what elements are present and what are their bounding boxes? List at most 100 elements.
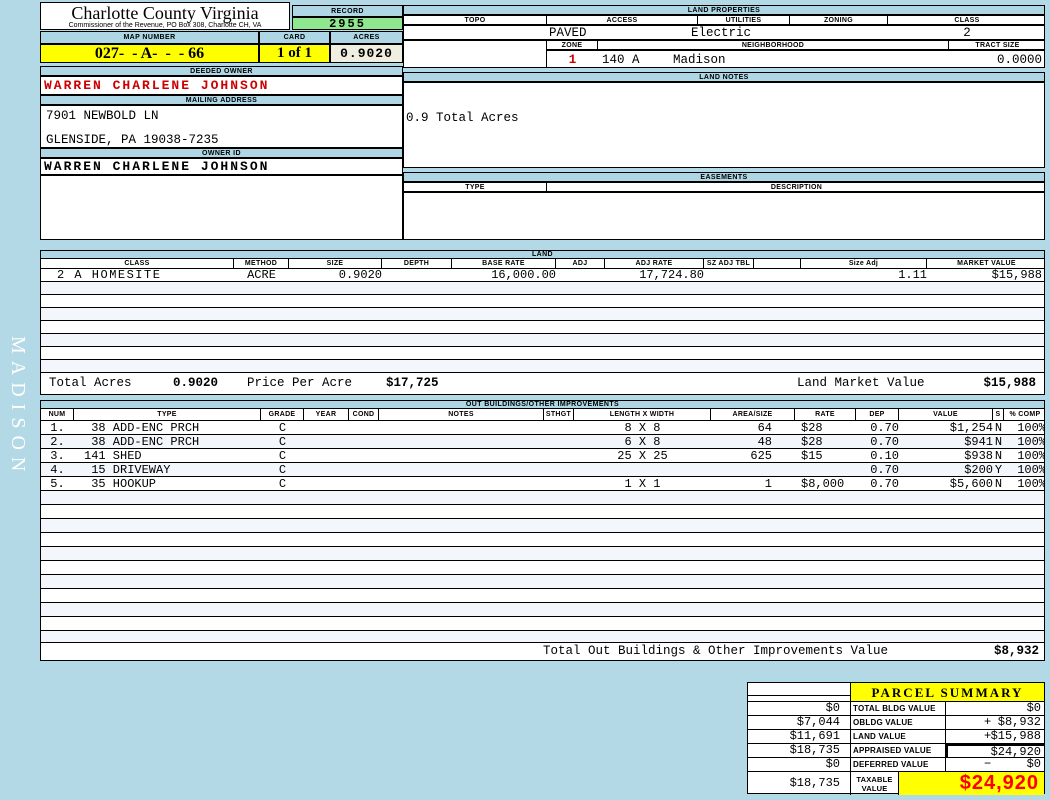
col-land-depth: DEPTH (382, 259, 452, 268)
land-notes-title: LAND NOTES (403, 72, 1045, 82)
out-building-row: 5. 35 HOOKUP C 1 X 1 1 $8,000 0.70 $5,60… (41, 477, 1044, 491)
land-totals-row: Total Acres 0.9020 Price Per Acre $17,72… (41, 373, 1044, 394)
empty-row (41, 533, 1044, 547)
ob-length-width: 8 X 8 (624, 421, 661, 435)
empty-row (41, 334, 1044, 347)
owner-id-label: OWNER ID (40, 148, 403, 158)
owner-id-value: WARREN CHARLENE JOHNSON (40, 158, 403, 175)
ps-prior-value: $0 (748, 758, 851, 772)
ob-num: 2. (50, 435, 65, 449)
divider (748, 695, 850, 696)
ps-value: $0 (1026, 701, 1041, 715)
ob-num: 4. (50, 463, 65, 477)
col-land-market-value: MARKET VALUE (957, 260, 1016, 267)
ob-area-size: 64 (757, 421, 772, 435)
col-land-method: METHOD (234, 259, 289, 268)
ob-dep: 0.70 (870, 435, 899, 449)
ps-taxable-value: $24,920 (899, 772, 1044, 795)
land-table: LAND CLASS METHOD SIZE DEPTH BASE RATE A… (40, 250, 1045, 395)
land-notes-box: 0.9 Total Acres (403, 82, 1045, 168)
land-table-title: LAND (41, 251, 1044, 259)
ps-prior-value: $7,044 (748, 716, 851, 730)
ps-prior-value: $11,691 (748, 730, 851, 744)
col-land-size: SIZE (289, 259, 382, 268)
ob-type: 141 SHED (84, 449, 142, 463)
land-notes-text: 0.9 Total Acres (406, 111, 519, 125)
col-zone: ZONE (547, 41, 598, 49)
empty-row (41, 282, 1044, 295)
ob-num: 1. (50, 421, 65, 435)
out-buildings-header-row: NUM TYPE GRADE YEAR COND NOTES STHGT LEN… (41, 409, 1044, 421)
col-area-size: AREA/SIZE (711, 409, 795, 420)
col-land-size-adj: Size Adj (801, 259, 927, 268)
ob-rate: $15 (801, 449, 823, 463)
out-buildings-totals-row: Total Out Buildings & Other Improvements… (41, 643, 1044, 660)
ob-dep: 0.70 (870, 463, 899, 477)
ob-rate: $28 (801, 421, 823, 435)
col-topo: TOPO (404, 16, 547, 24)
total-acres-value: 0.9020 (173, 376, 219, 390)
ps-row-value-cell: − $0 (946, 758, 1044, 772)
neighborhood-code: 140 A (602, 53, 640, 67)
ob-value: $941 (964, 435, 993, 449)
ps-row-value-cell: $24,920 (946, 744, 1044, 758)
col-land-adj: ADJ (556, 259, 605, 268)
ob-pct-comp: 100% (1017, 477, 1045, 491)
ob-length-width: 25 X 25 (617, 449, 668, 463)
price-per-acre-value: $17,725 (386, 376, 439, 390)
class-value: 2 (963, 26, 971, 40)
property-record-card: Charlotte County Virginia Commissioner o… (0, 0, 1050, 800)
ps-row-label: LAND VALUE (851, 730, 946, 744)
col-value: VALUE (899, 409, 993, 420)
ob-grade: C (278, 449, 287, 463)
empty-row (41, 575, 1044, 589)
col-s: S (993, 409, 1004, 420)
ob-s: N (994, 449, 1003, 463)
land-properties-title: LAND PROPERTIES (403, 5, 1045, 15)
ob-num: 5. (50, 477, 65, 491)
record-value: 2955 (292, 17, 403, 30)
empty-row (41, 295, 1044, 308)
col-land-base-rate: BASE RATE (452, 259, 556, 268)
land-market-value-label: Land Market Value (797, 376, 925, 390)
ob-dep: 0.70 (870, 477, 899, 491)
deeded-owner-value: WARREN CHARLENE JOHNSON (40, 76, 403, 95)
ob-area-size: 1 (764, 477, 772, 491)
ob-length-width: 1 X 1 (624, 477, 661, 491)
out-building-row: 1. 38 ADD-ENC PRCH C 8 X 8 64 $28 0.70 $… (41, 421, 1044, 435)
acres-value: 0.9020 (330, 44, 403, 63)
district-watermark: MADISON (7, 336, 29, 479)
col-land-adj-rate: ADJ RATE (605, 259, 704, 268)
zone-header-row: ZONE NEIGHBORHOOD TRACT SIZE (546, 40, 1045, 50)
ob-dep: 0.70 (870, 421, 899, 435)
total-acres-label: Total Acres (49, 376, 132, 390)
ob-s: N (994, 477, 1003, 491)
land-base-rate: 16,000.00 (491, 268, 556, 282)
ob-s: N (994, 435, 1003, 449)
ob-pct-comp: 100% (1017, 449, 1045, 463)
col-land-class: CLASS (41, 259, 234, 268)
land-class: 2 A HOMESITE (57, 268, 162, 282)
ob-total-value: $8,932 (993, 644, 1039, 658)
ps-row-value-cell: + $8,932 (946, 716, 1044, 730)
zone-value: 1 (568, 53, 577, 67)
col-land-blank (754, 259, 801, 268)
empty-row (41, 491, 1044, 505)
mailing-address-box: 7901 NEWBOLD LN GLENSIDE, PA 19038-7235 (40, 105, 403, 148)
land-properties-values-row: PAVED Electric 2 (403, 25, 1045, 40)
ps-sign: + (984, 715, 992, 729)
col-class: CLASS (954, 16, 980, 24)
county-title-box: Charlotte County Virginia Commissioner o… (40, 2, 290, 30)
ob-rate: $8,000 (801, 477, 845, 491)
topo-value-area (403, 40, 547, 68)
ob-grade: C (278, 463, 287, 477)
col-notes: NOTES (379, 409, 544, 420)
col-rate: RATE (795, 409, 856, 420)
empty-row (41, 321, 1044, 334)
land-adj-rate: 17,724.80 (639, 268, 704, 282)
ps-row-label: TOTAL BLDG VALUE (851, 702, 946, 716)
empty-row (41, 617, 1044, 631)
col-length-width: LENGTH X WIDTH (574, 409, 711, 420)
ps-taxable-label: TAXABLE VALUE (851, 772, 899, 795)
map-number-value: 027- - A- - - 66 (40, 44, 259, 63)
